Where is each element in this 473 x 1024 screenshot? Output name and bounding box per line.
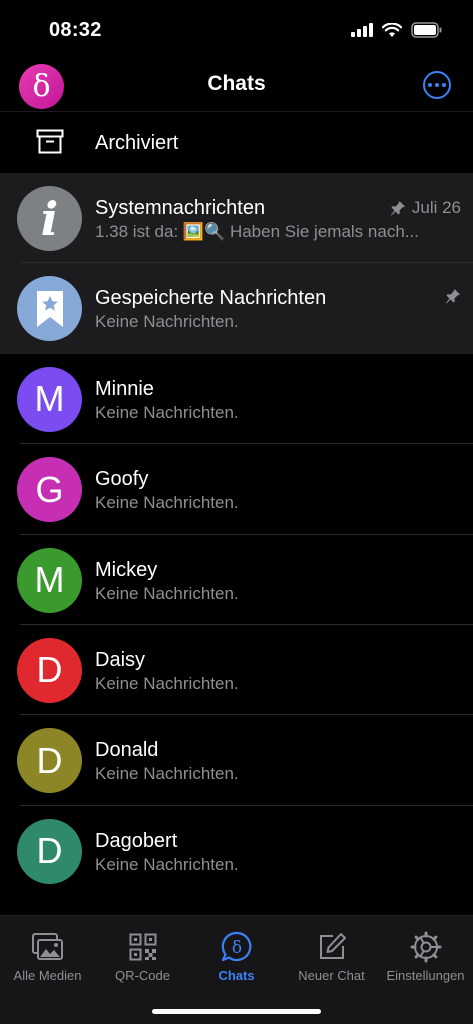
ellipsis-icon [428, 83, 432, 87]
chat-name: Systemnachrichten [95, 197, 266, 219]
chat-name: Dagobert [95, 829, 178, 852]
tab-neuer-chat[interactable]: Neuer Chat [284, 930, 379, 983]
avatar: D [17, 728, 82, 794]
status-bar: 08:32 [0, 0, 473, 62]
tab-label: Einstellungen [386, 968, 465, 983]
navigation-bar: δ Chats [0, 62, 473, 110]
gallery-icon [31, 933, 63, 960]
tab-einstellungen[interactable]: Einstellungen [378, 930, 473, 983]
chat-name: Goofy [95, 468, 149, 491]
chat-row-minnie[interactable]: M Minnie Keine Nachrichten. [0, 354, 473, 445]
chat-preview: 1.38 ist da: 🖼️🔍 Haben Sie jemals nach..… [95, 222, 419, 241]
battery-icon [411, 22, 442, 38]
tab-label: Neuer Chat [298, 968, 365, 983]
chat-name: Minnie [95, 377, 154, 400]
wifi-icon [382, 22, 402, 37]
archived-label: Archiviert [95, 132, 179, 154]
chat-meta: Juli 26 [390, 198, 461, 218]
tab-alle-medien[interactable]: Alle Medien [0, 930, 95, 983]
avatar: i [17, 186, 82, 251]
chat-row-systemnachrichten[interactable]: i Systemnachrichten 1.38 ist da: 🖼️🔍 Hab… [0, 173, 473, 264]
home-indicator[interactable] [152, 1009, 321, 1014]
avatar [17, 276, 82, 342]
chat-preview: Keine Nachrichten. [95, 493, 239, 513]
avatar: D [17, 637, 82, 703]
cellular-signal-icon [351, 23, 373, 37]
chat-row-daisy[interactable]: D Daisy Keine Nachrichten. [0, 625, 473, 716]
chat-row-dagobert[interactable]: D Dagobert Keine Nachrichten. [0, 806, 473, 896]
avatar: M [17, 547, 82, 613]
status-icons [351, 22, 443, 38]
chat-date: Juli 26 [411, 198, 461, 217]
tab-label: Chats [218, 968, 255, 983]
chat-row-mickey[interactable]: M Mickey Keine Nachrichten. [0, 535, 473, 625]
svg-text:δ: δ [231, 938, 241, 958]
chat-name: Gespeicherte Nachrichten [95, 287, 327, 310]
tab-bar: Alle Medien QR-Code δ Chats Neuer Chat E… [0, 915, 473, 1024]
tab-label: Alle Medien [13, 968, 82, 983]
settings-icon [410, 931, 441, 963]
status-time: 08:32 [49, 19, 102, 41]
tab-label: QR-Code [115, 968, 170, 983]
archived-chats-row[interactable]: Archiviert [0, 111, 473, 173]
avatar: G [17, 457, 82, 523]
info-icon: i [40, 191, 59, 246]
pin-icon [390, 201, 405, 216]
tab-qr-code[interactable]: QR-Code [95, 930, 190, 983]
chat-name: Mickey [95, 558, 158, 581]
chat-preview: Keine Nachrichten. [95, 764, 239, 784]
chat-preview: Keine Nachrichten. [95, 583, 239, 603]
avatar: D [17, 818, 82, 884]
chat-name: Donald [95, 739, 159, 762]
chat-preview: Keine Nachrichten. [95, 312, 239, 332]
chat-row-goofy[interactable]: G Goofy Keine Nachrichten. [0, 444, 473, 535]
pin-icon [446, 289, 460, 304]
chat-list: i Systemnachrichten 1.38 ist da: 🖼️🔍 Hab… [0, 173, 473, 896]
tab-chats[interactable]: δ Chats [189, 930, 284, 983]
chat-meta [445, 288, 461, 304]
chat-preview: Keine Nachrichten. [95, 854, 239, 874]
avatar: M [17, 366, 82, 432]
chat-name: Daisy [95, 648, 146, 671]
chat-row-donald[interactable]: D Donald Keine Nachrichten. [0, 715, 473, 806]
bookmark-star-icon [36, 290, 63, 327]
chats-icon: δ [221, 931, 251, 962]
compose-icon [319, 933, 346, 959]
chat-preview: Keine Nachrichten. [95, 673, 239, 693]
chat-row-gespeicherte-nachrichten[interactable]: Gespeicherte Nachrichten Keine Nachricht… [0, 263, 473, 354]
page-title: Chats [207, 72, 266, 95]
qr-code-icon [129, 933, 156, 961]
more-options-button[interactable] [423, 71, 451, 99]
chat-preview: Keine Nachrichten. [95, 402, 239, 422]
archive-box-icon [36, 129, 64, 154]
